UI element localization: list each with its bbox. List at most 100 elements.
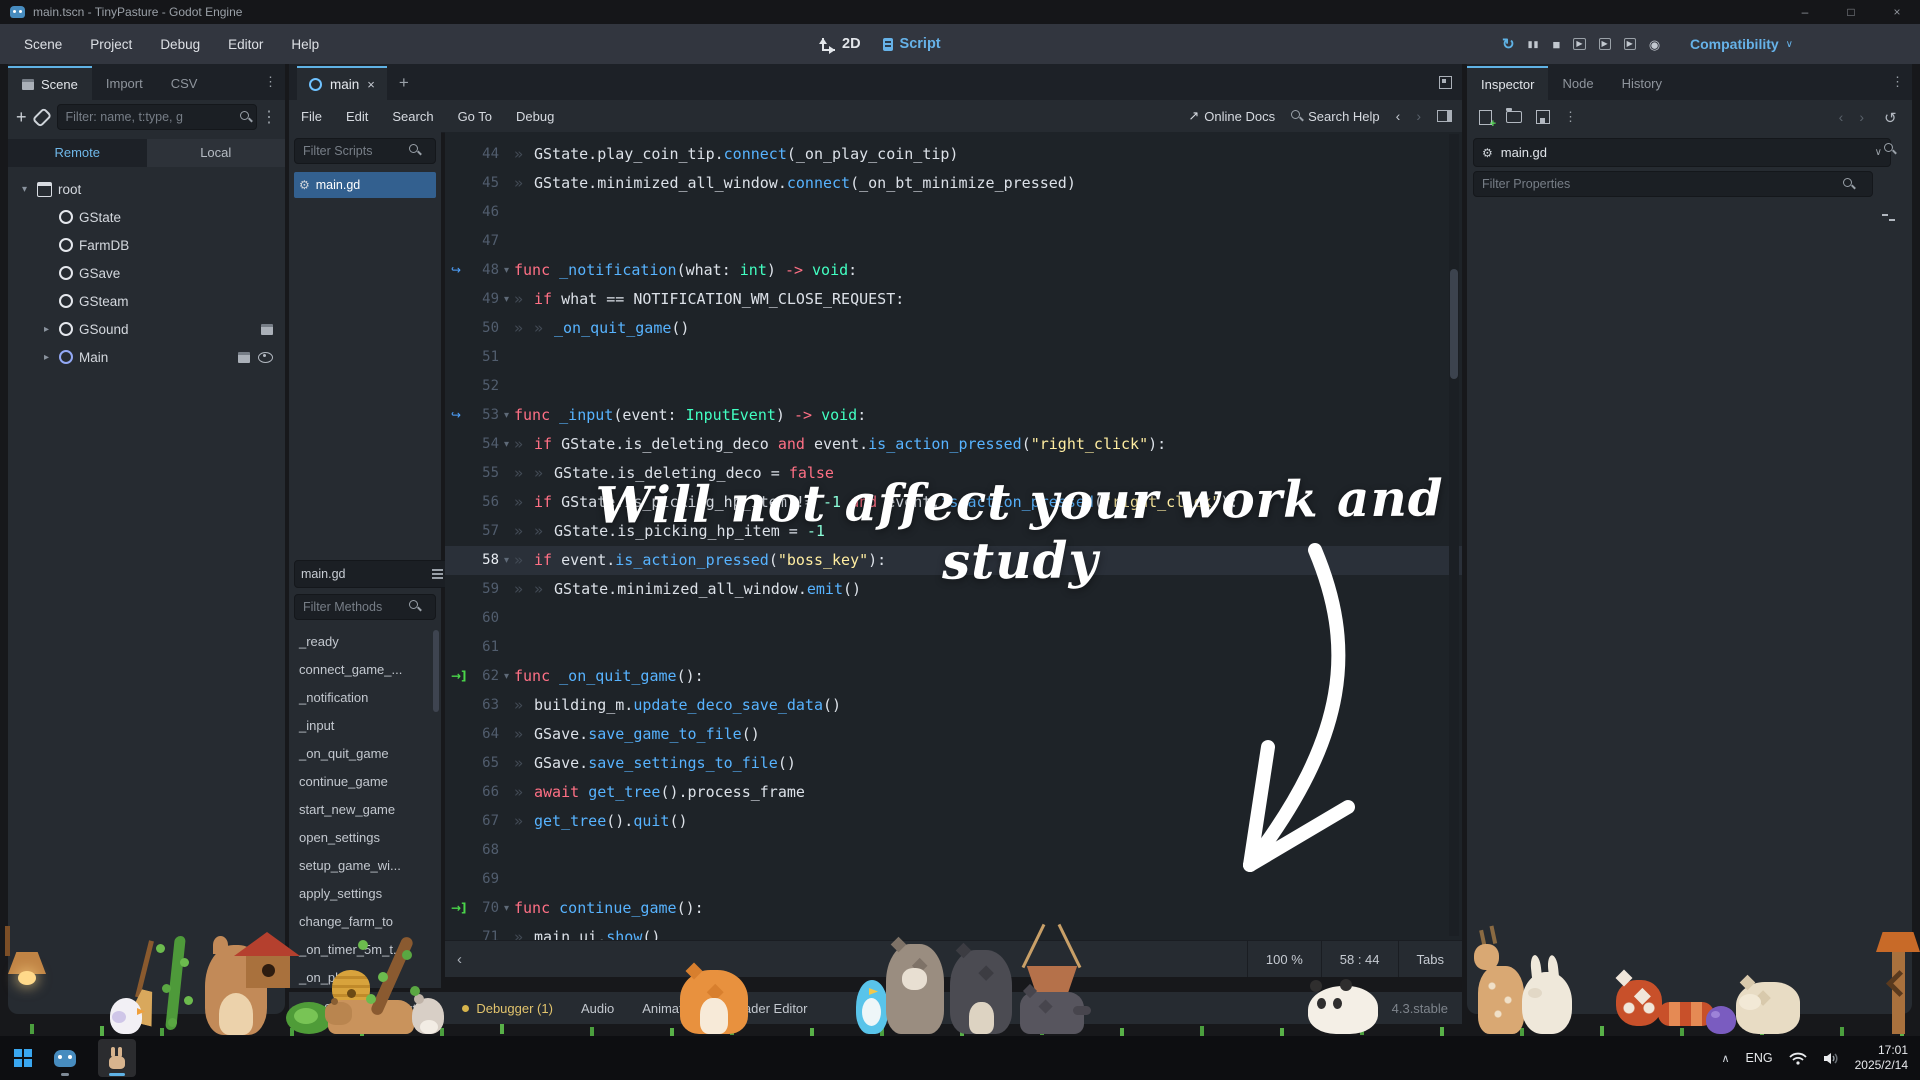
fold-arrow-icon[interactable]: ▾	[499, 401, 514, 430]
line-number[interactable]: 61	[477, 633, 499, 662]
movie-icon[interactable]	[238, 352, 250, 363]
tab-history[interactable]: History	[1608, 66, 1676, 100]
script-item-main-gd[interactable]: ⚙ main.gd	[294, 172, 436, 198]
line-number[interactable]: 66	[477, 778, 499, 807]
menu-scene[interactable]: Scene	[10, 37, 76, 52]
pause-icon[interactable]: ▮▮	[1528, 40, 1540, 49]
member-dropdown[interactable]: main.gd	[294, 560, 450, 588]
method-open-settings[interactable]: open_settings	[289, 824, 441, 852]
language-indicator[interactable]: ENG	[1746, 1051, 1773, 1065]
line-number[interactable]: 58	[477, 546, 499, 575]
taskbar-app-godot[interactable]	[46, 1039, 84, 1077]
tree-node-root[interactable]: ▾root	[8, 175, 285, 203]
line-number[interactable]: 56	[477, 488, 499, 517]
line-number[interactable]: 46	[477, 198, 499, 227]
inspector-tabs-menu-dots[interactable]: ⋮	[1883, 74, 1912, 90]
speaker-icon[interactable]	[1823, 1052, 1839, 1065]
fold-arrow-icon[interactable]: ▾	[499, 894, 514, 923]
fullscreen-icon[interactable]	[1439, 76, 1452, 89]
method-on-quit-game[interactable]: _on_quit_game	[289, 740, 441, 768]
method-continue-game[interactable]: continue_game	[289, 768, 441, 796]
tab-node[interactable]: Node	[1548, 66, 1607, 100]
chevron-down-icon[interactable]: ▾	[18, 184, 31, 195]
history-back-button[interactable]: ‹	[1839, 109, 1844, 125]
methods-scrollbar[interactable]	[433, 630, 439, 712]
code-line-53[interactable]: ↪53▾func _input(event: InputEvent) -> vo…	[445, 401, 1462, 430]
script-menu-go-to[interactable]: Go To	[446, 109, 504, 124]
line-number[interactable]: 60	[477, 604, 499, 633]
chevron-right-icon[interactable]: ▸	[40, 324, 53, 335]
start-button-icon[interactable]	[14, 1049, 32, 1067]
history-forward-button[interactable]: ›	[1416, 108, 1421, 124]
new-tab-button[interactable]: +	[387, 66, 421, 100]
code-line-71[interactable]: 71»main_ui.show()	[445, 923, 1462, 940]
line-number[interactable]: 54	[477, 430, 499, 459]
zoom-level[interactable]: 100 %	[1247, 941, 1321, 977]
taskbar-app-tinypasture[interactable]	[98, 1039, 136, 1077]
line-number[interactable]: 49	[477, 285, 499, 314]
line-number[interactable]: 57	[477, 517, 499, 546]
method-ready[interactable]: _ready	[289, 628, 441, 656]
bottom-tab-debugger-1[interactable]: Debugger (1)	[448, 1001, 567, 1016]
fold-arrow-icon[interactable]: ▾	[499, 662, 514, 691]
search-help-button[interactable]: Search Help	[1291, 109, 1380, 124]
tree-node-gsound[interactable]: ▸GSound	[8, 315, 285, 343]
tab-csv[interactable]: CSV	[157, 66, 212, 100]
tab-inspector[interactable]: Inspector	[1467, 66, 1548, 100]
menu-project[interactable]: Project	[76, 37, 146, 52]
code-line-51[interactable]: 51	[445, 343, 1462, 372]
tree-node-main[interactable]: ▸Main	[8, 343, 285, 371]
scene-menu-dots[interactable]: ⋮	[261, 107, 277, 127]
taskbar-clock[interactable]: 17:01 2025/2/14	[1855, 1043, 1908, 1073]
renderer-dropdown[interactable]: Compatibility ∨	[1690, 24, 1793, 64]
line-number[interactable]: 67	[477, 807, 499, 836]
code-line-45[interactable]: 45»GState.minimized_all_window.connect(_…	[445, 169, 1462, 198]
new-resource-icon[interactable]	[1479, 110, 1492, 125]
line-number[interactable]: 65	[477, 749, 499, 778]
tab-import[interactable]: Import	[92, 66, 157, 100]
inspected-object-box[interactable]: ⚙ main.gd ∨	[1473, 138, 1891, 167]
wifi-icon[interactable]	[1789, 1052, 1807, 1065]
instance-scene-icon[interactable]	[31, 107, 52, 128]
online-docs-button[interactable]: ↗ Online Docs	[1188, 108, 1275, 124]
line-number[interactable]: 51	[477, 343, 499, 372]
code-line-44[interactable]: 44»GState.play_coin_tip.connect(_on_play…	[445, 140, 1462, 169]
line-number[interactable]: 47	[477, 227, 499, 256]
method-apply-settings[interactable]: apply_settings	[289, 880, 441, 908]
script-menu-debug[interactable]: Debug	[504, 109, 566, 124]
code-line-70[interactable]: →]70▾func continue_game():	[445, 894, 1462, 923]
code-line-47[interactable]: 47	[445, 227, 1462, 256]
script-menu-edit[interactable]: Edit	[334, 109, 380, 124]
line-number[interactable]: 63	[477, 691, 499, 720]
line-number[interactable]: 68	[477, 836, 499, 865]
line-number[interactable]: 53	[477, 401, 499, 430]
save-resource-icon[interactable]	[1536, 110, 1550, 124]
chevron-right-icon[interactable]: ▸	[40, 352, 53, 363]
view-tab-local[interactable]: Local	[147, 139, 286, 167]
menu-editor[interactable]: Editor	[214, 37, 277, 52]
method-notification[interactable]: _notification	[289, 684, 441, 712]
tab-scene[interactable]: Scene	[8, 66, 92, 100]
tree-node-gsteam[interactable]: GSteam	[8, 287, 285, 315]
fold-arrow-icon[interactable]: ▾	[499, 285, 514, 314]
fold-arrow-icon[interactable]: ▾	[499, 546, 514, 575]
scrollbar-thumb[interactable]	[1450, 269, 1458, 379]
filter-properties-input[interactable]	[1473, 171, 1873, 197]
object-history-icon[interactable]: ↻	[1884, 109, 1897, 127]
bottom-tab-audio[interactable]: Audio	[567, 1001, 628, 1016]
movie-icon[interactable]	[261, 324, 273, 335]
line-number[interactable]: 55	[477, 459, 499, 488]
play-scene-icon[interactable]: ▶	[1599, 38, 1611, 50]
view-tab-remote[interactable]: Remote	[8, 139, 147, 167]
menu-debug[interactable]: Debug	[146, 37, 214, 52]
eye-icon[interactable]	[258, 352, 273, 363]
play-custom-scene-icon[interactable]: ▶	[1624, 38, 1636, 50]
fold-arrow-icon[interactable]: ▾	[499, 430, 514, 459]
method-start-new-game[interactable]: start_new_game	[289, 796, 441, 824]
mode-script[interactable]: Script	[883, 36, 941, 52]
script-menu-file[interactable]: File	[289, 109, 334, 124]
tray-expand-icon[interactable]: ∧	[1721, 1052, 1729, 1065]
code-line-52[interactable]: 52	[445, 372, 1462, 401]
add-node-button[interactable]: +	[16, 107, 27, 128]
tree-node-gsave[interactable]: GSave	[8, 259, 285, 287]
